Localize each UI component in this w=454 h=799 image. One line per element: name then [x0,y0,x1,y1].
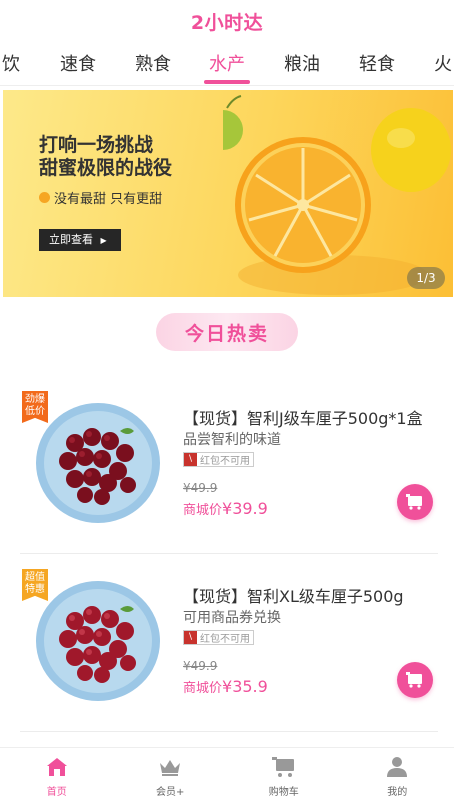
coupon-badge: \ 红包不可用 [183,630,254,645]
tabbar-label: 首页 [46,787,67,798]
banner-page-indicator: 1/3 [407,267,445,289]
sale-price: 商城价¥39.9 [183,499,268,518]
active-tab-indicator [204,80,250,84]
tab-category-grain-oil[interactable]: 粮油 [284,50,320,76]
original-price: ¥49.9 [183,659,218,673]
price-label: 商城价 [183,503,223,518]
tab-category-fastfood[interactable]: 速食 [60,50,96,76]
product-card[interactable]: 劲爆低价 【现货】智利J级车厘子500g*1盒 品尝智利的味道 \ 红包不可用 … [20,386,438,536]
user-icon [385,755,409,779]
tab-category-hotpot[interactable]: 火 [434,50,452,76]
app-header: 2小时达 [0,0,454,42]
price-label: 商城价 [183,681,223,696]
banner-subtitle: 没有最甜 只有更甜 [39,188,162,207]
coupon-badge-text: 红包不可用 [200,456,250,467]
tabbar-item-profile[interactable]: 我的 [341,748,454,799]
product-name[interactable]: 【现货】智利XL级车厘子500g [183,583,404,607]
banner-title: 打响一场挑战 甜蜜极限的战役 [39,134,172,180]
tab-category-deli[interactable]: 熟食 [135,50,171,76]
add-to-cart-button[interactable] [397,484,433,520]
list-divider [20,553,438,554]
sale-price: 商城价¥35.9 [183,677,268,696]
app-logo: 2小时达 [190,11,264,34]
tabbar-label: 会员+ [156,787,185,798]
banner-subtitle-text: 没有最甜 只有更甜 [54,192,163,207]
hot-sale-header: 今日热卖 [156,313,298,351]
product-desc: 可用商品券兑换 [183,610,281,626]
tabbar-item-member[interactable]: 会员+ [114,748,228,799]
home-icon [45,755,69,779]
product-name[interactable]: 【现货】智利J级车厘子500g*1盒 [183,405,423,429]
product-tag-text: 超值特惠 [25,572,45,595]
price-value: ¥35.9 [222,677,268,696]
crown-icon [158,755,182,779]
banner-title-line2: 甜蜜极限的战役 [39,157,173,179]
hot-sale-title: 今日热卖 [184,322,269,345]
promo-banner[interactable]: 打响一场挑战 甜蜜极限的战役 没有最甜 只有更甜 立即查看 ▶ 1/3 [3,90,453,297]
category-tabs: 饮 速食 熟食 水产 粮油 轻食 火 [0,44,454,86]
banner-view-button[interactable]: 立即查看 ▶ [39,229,121,251]
dot-icon [39,192,50,203]
tab-category-seafood[interactable]: 水产 [209,50,245,76]
list-divider [20,731,438,732]
no-coupon-icon: \ [184,631,197,644]
cart-icon [406,672,422,688]
cart-icon [406,494,422,510]
product-card[interactable]: 超值特惠 【现货】智利XL级车厘子500g 可用商品券兑换 \ 红包不可用 ¥4… [20,564,438,714]
product-tag-text: 劲爆低价 [25,394,45,417]
coupon-badge: \ 红包不可用 [183,452,254,467]
fruit-illustration [223,95,451,295]
triangle-right-icon: ▶ [100,236,107,245]
price-value: ¥39.9 [222,499,268,518]
tabbar-label: 我的 [387,787,408,798]
cart-icon [271,755,296,779]
tabbar-item-home[interactable]: 首页 [0,748,114,799]
tab-category-drinks[interactable]: 饮 [2,50,20,76]
tab-category-light-meal[interactable]: 轻食 [359,50,395,76]
coupon-badge-text: 红包不可用 [200,634,250,645]
product-desc: 品尝智利的味道 [183,432,281,448]
tabbar-label: 购物车 [268,787,299,798]
original-price: ¥49.9 [183,481,218,495]
tabbar-item-cart[interactable]: 购物车 [227,748,341,799]
bottom-tab-bar: 首页 会员+ 购物车 我的 [0,747,454,799]
no-coupon-icon: \ [184,453,197,466]
add-to-cart-button[interactable] [397,662,433,698]
banner-title-line1: 打响一场挑战 [39,134,154,156]
banner-view-button-label: 立即查看 [49,233,93,246]
